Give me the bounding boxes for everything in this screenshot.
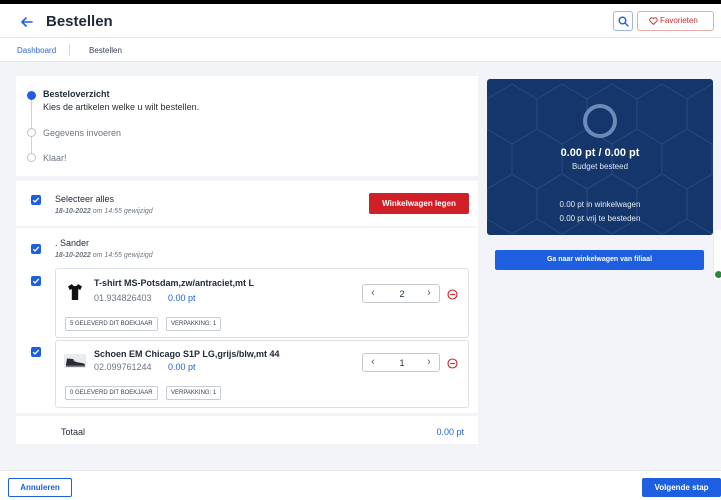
budget-label: Budget besteed: [571, 162, 629, 171]
status-dot: [715, 271, 721, 278]
item-price: 0.00 pt: [168, 362, 196, 372]
shoe-image: [64, 354, 86, 368]
select-all-checkbox[interactable]: [31, 195, 41, 205]
decrease-quantity-button[interactable]: ‹: [364, 354, 382, 371]
step-indicator-done: [27, 153, 36, 162]
quantity-stepper: ‹ 1 ›: [362, 353, 440, 372]
item-checkbox[interactable]: [31, 347, 41, 357]
budget-free: 0.00 pt vrij te besteden: [559, 214, 641, 223]
cancel-button[interactable]: Annuleren: [8, 478, 72, 497]
group-date: 18-10-2022: [55, 252, 91, 259]
check-icon: [32, 246, 40, 252]
breadcrumb-separator: [69, 44, 70, 56]
clear-cart-button[interactable]: Winkelwagen legen: [369, 193, 469, 214]
quantity-value[interactable]: 1: [393, 358, 411, 368]
group-modified: 18-10-2022 om 14:55 gewijzigd: [55, 252, 153, 259]
delivered-tag: 0 GELEVERD DIT BOEKJAAR: [65, 386, 158, 400]
footer-bar: [0, 470, 721, 500]
item-checkbox[interactable]: [31, 276, 41, 286]
select-all-modified: 18-10-2022 om 14:55 gewijzigd: [55, 208, 153, 215]
item-name: T-shirt MS-Potsdam,zw/antraciet,mt L: [94, 278, 255, 288]
tshirt-image: [68, 284, 82, 300]
total-label: Totaal: [61, 427, 86, 437]
breadcrumb-current: Bestellen: [89, 46, 122, 55]
favorites-label: Favorieten: [660, 16, 698, 25]
increase-quantity-button[interactable]: ›: [420, 354, 438, 371]
step-indicator-details: [27, 128, 36, 137]
budget-panel: 0.00 pt / 0.00 pt Budget besteed 0.00 pt…: [487, 79, 713, 235]
page-title: Bestellen: [46, 13, 113, 30]
quantity-stepper: ‹ 2 ›: [362, 284, 440, 303]
packaging-tag: VERPAKKING: 1: [166, 317, 222, 331]
item-name: Schoen EM Chicago S1P LG,grijs/blw,mt 44: [94, 349, 280, 359]
step-indicator-active: [27, 91, 36, 100]
order-page: Bestellen Favorieten Dashboard Bestellen…: [0, 4, 721, 500]
top-bar: Bestellen Favorieten: [0, 4, 721, 38]
arrow-left-icon: [21, 17, 33, 27]
delivered-tag: 5 GELEVERD DIT BOEKJAAR: [65, 317, 158, 331]
step-title-overview: Besteloverzicht: [43, 89, 110, 99]
group-time: om 14:55 gewijzigd: [92, 252, 153, 259]
next-step-button[interactable]: Volgende stap: [642, 478, 721, 497]
item-code: 01.934826403: [94, 293, 152, 303]
step-title-done: Klaar!: [43, 153, 67, 163]
select-all-label: Selecteer alles: [55, 194, 115, 204]
budget-in-cart: 0.00 pt in winkelwagen: [559, 200, 641, 209]
step-title-details: Gegevens invoeren: [43, 128, 122, 138]
packaging-tag: VERPAKKING: 1: [166, 386, 222, 400]
quantity-value[interactable]: 2: [393, 289, 411, 299]
back-button[interactable]: [15, 12, 39, 32]
breadcrumb-dashboard-link[interactable]: Dashboard: [17, 46, 56, 55]
search-icon: [618, 16, 629, 27]
step-subtitle-overview: Kies de artikelen welke u wilt bestellen…: [43, 102, 200, 112]
cart-item: T-shirt MS-Potsdam,zw/antraciet,mt L 01.…: [55, 268, 469, 338]
check-icon: [32, 197, 40, 203]
favorites-button[interactable]: Favorieten: [637, 11, 714, 31]
decrease-quantity-button[interactable]: ‹: [364, 285, 382, 302]
search-button[interactable]: [613, 11, 633, 31]
branch-cart-button[interactable]: Ga naar winkelwagen van filiaal: [495, 250, 704, 270]
item-price: 0.00 pt: [168, 293, 196, 303]
total-card: [16, 416, 478, 444]
breadcrumb: Dashboard Bestellen: [0, 38, 721, 62]
budget-progress-ring: [583, 104, 617, 138]
check-icon: [32, 349, 40, 355]
heart-icon: [649, 17, 658, 25]
select-all-time: om 14:55 gewijzigd: [92, 208, 153, 215]
select-all-date: 18-10-2022: [55, 208, 91, 215]
cart-item: Schoen EM Chicago S1P LG,grijs/blw,mt 44…: [55, 340, 469, 408]
budget-amount: 0.00 pt / 0.00 pt: [560, 147, 640, 159]
total-value: 0.00 pt: [436, 427, 464, 437]
remove-item-icon[interactable]: [447, 289, 458, 300]
group-name: . Sander: [55, 238, 90, 248]
remove-item-icon[interactable]: [447, 358, 458, 369]
increase-quantity-button[interactable]: ›: [420, 285, 438, 302]
item-code: 02.099761244: [94, 362, 152, 372]
check-icon: [32, 278, 40, 284]
group-checkbox[interactable]: [31, 244, 41, 254]
